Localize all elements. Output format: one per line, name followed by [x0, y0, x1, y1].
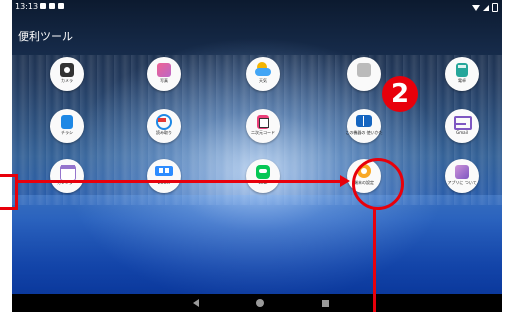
settings-icon [49, 3, 55, 9]
app-hidden[interactable] [339, 57, 389, 107]
app-photos[interactable]: 写真 [139, 57, 189, 107]
zoom-icon [147, 159, 181, 193]
app-gmail[interactable]: Gmail [437, 109, 487, 159]
back-icon[interactable] [193, 299, 199, 307]
app-label: Gmail [456, 130, 468, 135]
notification-icons [40, 3, 64, 9]
flyer-icon [50, 109, 84, 143]
app-label: 電卓 [458, 78, 466, 83]
about-app-icon [445, 159, 479, 193]
app-label: 読み取り [156, 130, 172, 135]
navigation-bar [12, 294, 502, 312]
app-calculator[interactable]: 電卓 [437, 57, 487, 107]
annotation-line [0, 207, 18, 210]
app-reader[interactable]: 読み取り [139, 109, 189, 159]
app-label: 写真 [160, 78, 168, 83]
calendar-icon [50, 159, 84, 193]
recents-icon[interactable] [322, 300, 329, 307]
screenshot: 13:13 便利ツール カメラ 写真 天気 電卓 チラシ 読み取り 二次元コード… [0, 0, 514, 318]
app-label: チラシ [61, 130, 73, 135]
gmail-icon [445, 109, 479, 143]
app-line[interactable]: LINE [238, 159, 288, 209]
annotation-arrowhead [340, 175, 350, 187]
status-bar: 13:13 [12, 0, 502, 14]
weather-icon [246, 57, 280, 91]
wifi-icon [472, 4, 480, 11]
highlight-ring [352, 158, 404, 210]
step-number-badge: 2 [382, 76, 418, 112]
camera-icon [50, 57, 84, 91]
app-label: カメラ [61, 78, 73, 83]
app-flyer[interactable]: チラシ [42, 109, 92, 159]
manual-icon [347, 109, 381, 143]
annotation-arrow-line [18, 180, 344, 183]
wallpaper-water [12, 195, 502, 295]
app-label: 二次元コード [251, 130, 275, 135]
battery-icon [492, 3, 498, 12]
calculator-icon [445, 57, 479, 91]
system-status-icons [472, 3, 498, 12]
app-qr-code[interactable]: 二次元コード [238, 109, 288, 159]
app-label: アプリに ついて [447, 180, 477, 185]
qr-code-icon [246, 109, 280, 143]
app-label: 天気 [259, 78, 267, 83]
app-calendar[interactable]: カレンダー [42, 159, 92, 209]
line-icon [246, 159, 280, 193]
app-weather[interactable]: 天気 [238, 57, 288, 107]
annotation-line [373, 207, 376, 312]
status-time: 13:13 [15, 2, 39, 11]
app-about[interactable]: アプリに ついて [437, 159, 487, 209]
message-icon [40, 3, 46, 9]
folder-title: 便利ツール [18, 30, 73, 43]
app-manual[interactable]: この機器の 使いかた [339, 109, 389, 159]
tablet-screen: 13:13 便利ツール カメラ 写真 天気 電卓 チラシ 読み取り 二次元コード… [12, 0, 502, 312]
app-icon [347, 57, 381, 91]
signal-icon [483, 4, 489, 11]
photos-icon [147, 57, 181, 91]
app-camera[interactable]: カメラ [42, 57, 92, 107]
app-label: この機器の 使いかた [345, 130, 383, 135]
notification-icon [58, 3, 64, 9]
app-zoom[interactable]: ZOOM [139, 159, 189, 209]
reader-icon [147, 109, 181, 143]
home-icon[interactable] [256, 299, 264, 307]
